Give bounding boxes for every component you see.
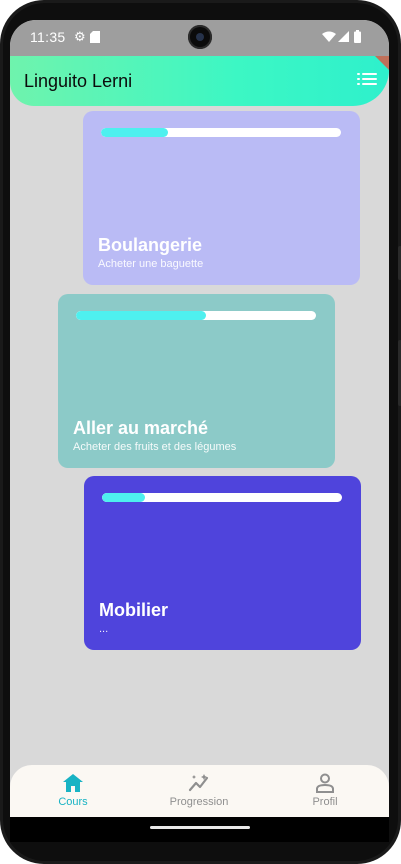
lesson-progress-bar — [101, 128, 341, 137]
lesson-progress-bar — [102, 493, 342, 502]
lesson-subtitle: Acheter des fruits et des légumes — [73, 441, 237, 453]
app-bar-corner-accent — [375, 56, 389, 70]
nav-item-progression[interactable]: Progression — [136, 765, 262, 817]
lesson-progress-bar — [76, 311, 316, 320]
screen: 11:35 ⚙ Linguito Lerni Boulangerie Achet… — [10, 20, 389, 842]
lesson-title: Boulangerie — [98, 235, 203, 255]
lesson-card-mobilier[interactable]: Mobilier ... — [84, 476, 361, 650]
nav-label: Cours — [58, 796, 88, 808]
lesson-subtitle: Acheter une baguette — [98, 258, 204, 270]
lesson-card-boulangerie[interactable]: Boulangerie Acheter une baguette — [83, 111, 360, 285]
lesson-title: Mobilier — [99, 600, 169, 620]
chart-sparkle-icon — [188, 774, 209, 792]
menu-list-icon[interactable] — [357, 73, 377, 89]
nav-label: Progression — [169, 796, 229, 808]
lesson-card-aller-au-marche[interactable]: Aller au marché Acheter des fruits et de… — [58, 294, 335, 468]
sim-card-icon — [90, 31, 100, 43]
battery-icon — [354, 30, 361, 43]
nav-item-cours[interactable]: Cours — [10, 765, 136, 817]
settings-gear-icon: ⚙ — [74, 29, 86, 44]
wifi-icon — [322, 31, 336, 42]
lesson-progress-fill — [101, 128, 169, 137]
phone-frame: 11:35 ⚙ Linguito Lerni Boulangerie Achet… — [0, 0, 401, 864]
person-icon — [316, 773, 334, 793]
app-bar: Linguito Lerni — [10, 56, 389, 106]
front-camera — [188, 25, 212, 49]
status-time: 11:35 — [30, 29, 66, 45]
gesture-bar — [10, 817, 389, 842]
status-bar: 11:35 ⚙ — [10, 20, 389, 56]
nav-label: Profil — [312, 796, 338, 808]
lesson-progress-fill — [76, 311, 206, 320]
lesson-title: Aller au marché — [73, 418, 209, 438]
home-indicator[interactable] — [150, 826, 250, 829]
lesson-progress-fill — [102, 493, 146, 502]
signal-icon — [338, 31, 349, 42]
nav-item-profil[interactable]: Profil — [262, 765, 388, 817]
lesson-subtitle: ... — [99, 623, 109, 635]
app-title: Linguito Lerni — [24, 71, 133, 91]
home-icon — [63, 774, 83, 792]
bottom-navigation: Cours Progression Profil — [10, 765, 389, 817]
